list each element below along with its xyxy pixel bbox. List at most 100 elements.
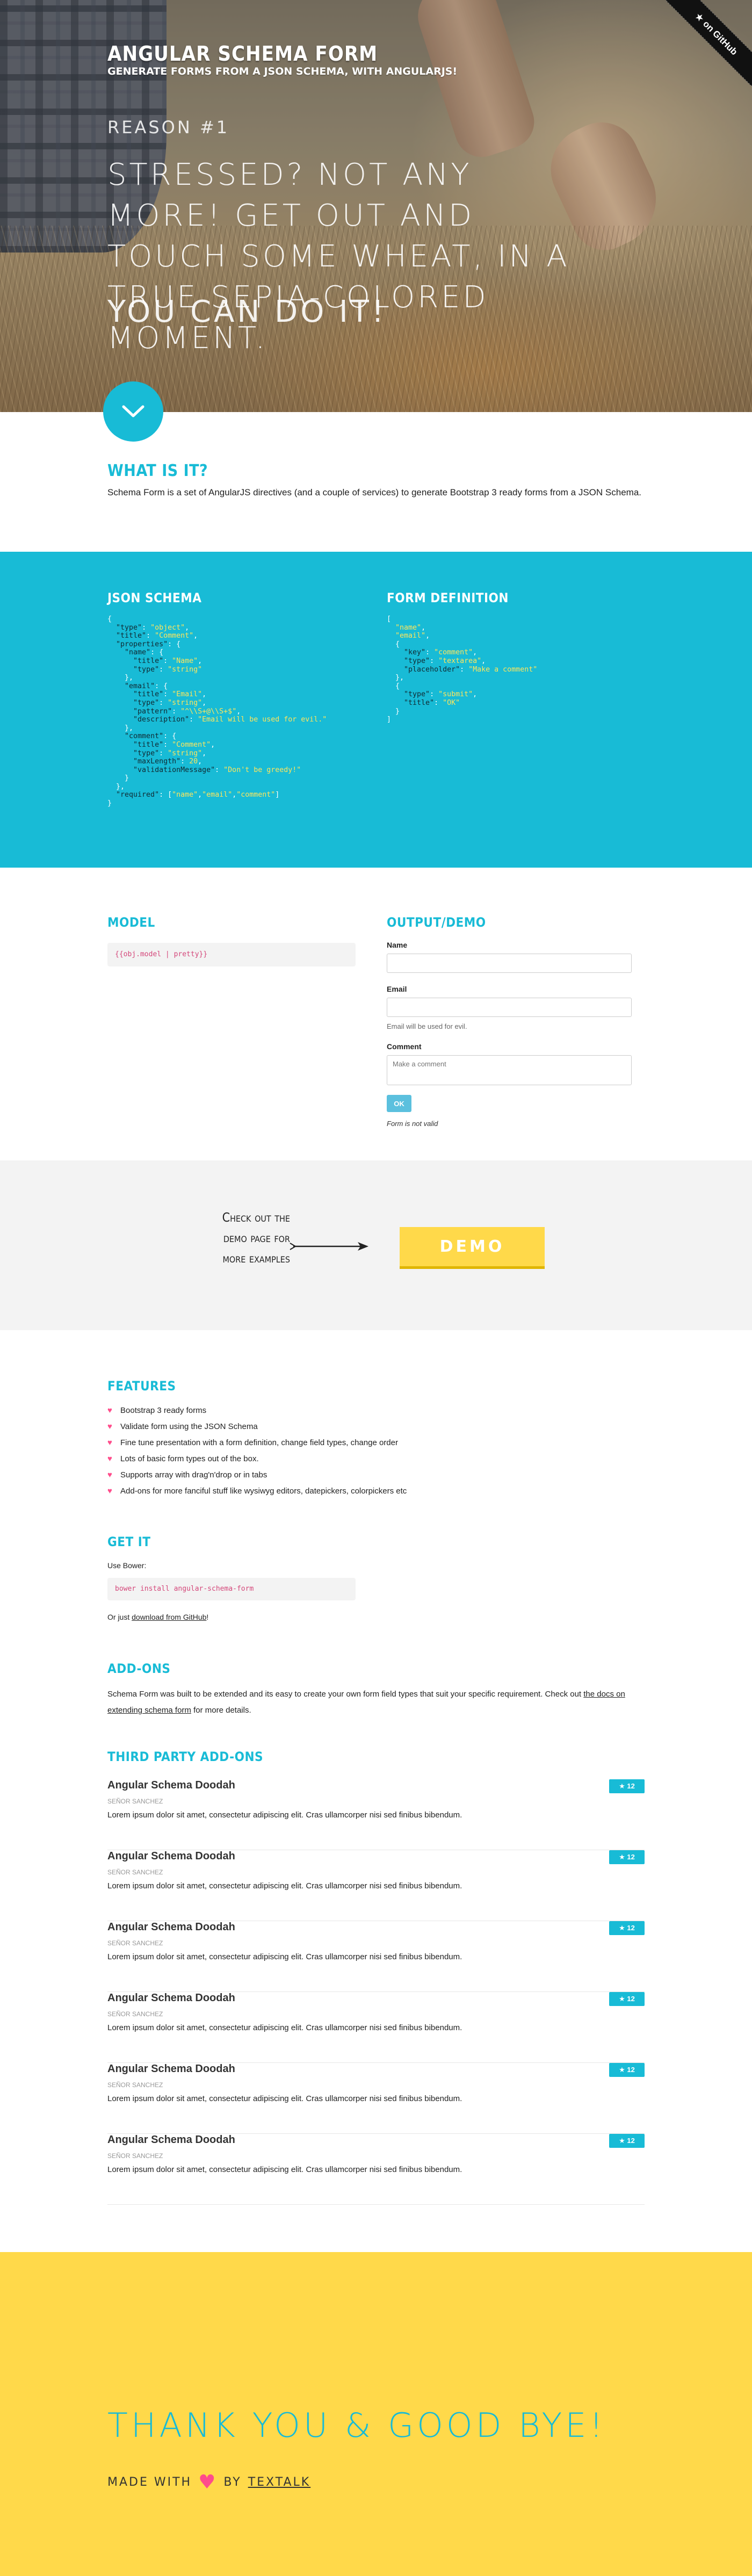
addon-item: Angular Schema Doodah Señor Sanchez Lore… [107, 1779, 645, 1850]
heart-icon: ♥ [107, 1470, 112, 1480]
heart-icon: ♥ [107, 1406, 112, 1415]
email-field[interactable] [387, 998, 632, 1017]
feature-text: Add-ons for more fanciful stuff like wys… [120, 1487, 407, 1496]
feature-text: Validate form using the JSON Schema [120, 1422, 258, 1431]
demo-button[interactable]: Demo [400, 1227, 545, 1269]
addon-item: Angular Schema Doodah Señor Sanchez Lore… [107, 2134, 645, 2205]
github-ribbon-link[interactable]: ★on GitHub [666, 0, 752, 86]
schema-section: JSON Schema { "type": "object", "title":… [0, 552, 752, 868]
by-text: by [223, 2476, 242, 2489]
demo-form: Output/Demo Name Email Email will be use… [387, 915, 632, 1128]
feature-item: ♥ Bootstrap 3 ready forms [107, 1403, 407, 1419]
features-list: ♥ Bootstrap 3 ready forms ♥ Validate form … [107, 1403, 407, 1499]
feature-item: ♥ Fine tune presentation with a form defi… [107, 1435, 407, 1451]
heart-icon: ♥ [107, 1487, 112, 1496]
star-badge: ★ 12 [609, 1779, 645, 1793]
addon-author: Señor Sanchez [107, 2081, 163, 2089]
star-count: 12 [627, 1782, 635, 1790]
star-badge: ★ 12 [609, 1992, 645, 2006]
chevron-down-icon [122, 405, 144, 417]
comment-label: Comment [387, 1042, 422, 1051]
heart-icon: ♥ [198, 2471, 218, 2493]
addon-list: Angular Schema Doodah Señor Sanchez Lore… [107, 1779, 645, 2205]
model-output: {{obj.model | pretty}} [107, 943, 356, 966]
addon-author: Señor Sanchez [107, 2010, 163, 2018]
addon-title[interactable]: Angular Schema Doodah [107, 1921, 235, 1933]
get-it-heading: Get it [107, 1534, 151, 1549]
star-badge: ★ 12 [609, 2063, 645, 2077]
what-is-it-heading: What is it? [107, 461, 208, 480]
model-heading: Model [107, 915, 155, 930]
addon-title[interactable]: Angular Schema Doodah [107, 2063, 235, 2075]
footer-credits: Made with ♥ by Textalk [107, 2471, 311, 2493]
addons-text: Schema Form was built to be extended and… [107, 1686, 645, 1719]
comment-field[interactable] [387, 1055, 632, 1085]
form-definition-column: Form Definition [ "name", "email", { "ke… [387, 590, 645, 724]
star-count: 12 [627, 1995, 635, 2003]
star-badge: ★ 12 [609, 1850, 645, 1864]
model-column: Model {{obj.model | pretty}} [107, 915, 356, 966]
github-ribbon: ★on GitHub [666, 0, 752, 86]
feature-text: Lots of basic form types out of the box. [120, 1454, 259, 1463]
info-section: Features ♥ Bootstrap 3 ready forms ♥ Valid… [0, 1330, 752, 2252]
star-icon: ★ [619, 1924, 625, 1932]
demo-cta-section: Check out the demo page for more example… [0, 1160, 752, 1330]
footer: Thank you & good bye! Made with ♥ by Tex… [0, 2252, 752, 2576]
star-count: 12 [627, 2137, 635, 2145]
download-github-link[interactable]: download from GitHub [132, 1613, 206, 1621]
addons-heading: Add-ons [107, 1661, 171, 1676]
addon-item: Angular Schema Doodah Señor Sanchez Lore… [107, 1921, 645, 1992]
star-icon: ★ [693, 11, 705, 24]
feature-item: ♥ Supports array with drag'n'drop or in t… [107, 1467, 407, 1483]
heart-icon: ♥ [107, 1438, 112, 1447]
scroll-down-button[interactable] [103, 381, 163, 442]
star-icon: ★ [619, 1853, 625, 1861]
ok-button[interactable]: OK [387, 1095, 411, 1112]
star-icon: ★ [619, 1782, 625, 1790]
form-definition-heading: Form Definition [387, 590, 509, 605]
addon-title[interactable]: Angular Schema Doodah [107, 1850, 235, 1863]
hero-reason: Reason #1 [107, 117, 230, 138]
arrow-right-icon [290, 1242, 368, 1251]
json-schema-column: JSON Schema { "type": "object", "title":… [107, 590, 360, 808]
hero: Angular Schema Form Generate forms from … [0, 0, 752, 412]
made-with-text: Made with [107, 2476, 192, 2489]
addon-item: Angular Schema Doodah Señor Sanchez Lore… [107, 1850, 645, 1921]
features-heading: Features [107, 1379, 176, 1394]
form-definition-code: [ "name", "email", { "key": "comment", "… [387, 615, 538, 724]
addon-description: Lorem ipsum dolor sit amet, consectetur … [107, 1952, 462, 1961]
star-icon: ★ [619, 1995, 625, 2003]
addon-title[interactable]: Angular Schema Doodah [107, 2134, 235, 2146]
addon-author: Señor Sanchez [107, 1939, 163, 1947]
addon-description: Lorem ipsum dolor sit amet, consectetur … [107, 2023, 462, 2032]
addon-item: Angular Schema Doodah Señor Sanchez Lore… [107, 1992, 645, 2063]
github-ribbon-label: on GitHub [701, 18, 740, 57]
json-schema-code: { "type": "object", "title": "Comment", … [107, 615, 327, 808]
download-text: Or just download from GitHub! [107, 1613, 208, 1621]
star-badge: ★ 12 [609, 2134, 645, 2148]
bower-command: bower install angular-schema-form [107, 1578, 356, 1600]
star-badge: ★ 12 [609, 1921, 645, 1935]
third-party-heading: Third party add-ons [107, 1749, 264, 1764]
feature-item: ♥ Validate form using the JSON Schema [107, 1419, 407, 1435]
feature-item: ♥ Add-ons for more fanciful stuff like wy… [107, 1483, 407, 1499]
addon-item: Angular Schema Doodah Señor Sanchez Lore… [107, 2063, 645, 2134]
feature-text: Supports array with drag'n'drop or in ta… [120, 1470, 267, 1480]
addon-author: Señor Sanchez [107, 1798, 163, 1805]
star-count: 12 [627, 2066, 635, 2074]
addon-author: Señor Sanchez [107, 1868, 163, 1876]
addon-title[interactable]: Angular Schema Doodah [107, 1992, 235, 2004]
feature-item: ♥ Lots of basic form types out of the box… [107, 1451, 407, 1467]
heart-icon: ♥ [107, 1422, 112, 1431]
star-icon: ★ [619, 2137, 625, 2145]
textalk-link[interactable]: Textalk [248, 2476, 311, 2489]
addons-text-suffix: for more details. [191, 1706, 251, 1715]
heart-icon: ♥ [107, 1454, 112, 1463]
site-title: Angular Schema Form [107, 42, 378, 66]
name-field[interactable] [387, 954, 632, 973]
star-count: 12 [627, 1853, 635, 1861]
addon-title[interactable]: Angular Schema Doodah [107, 1779, 235, 1792]
email-help-text: Email will be used for evil. [387, 1022, 467, 1030]
addon-author: Señor Sanchez [107, 2152, 163, 2160]
use-bower-text: Use Bower: [107, 1561, 147, 1570]
